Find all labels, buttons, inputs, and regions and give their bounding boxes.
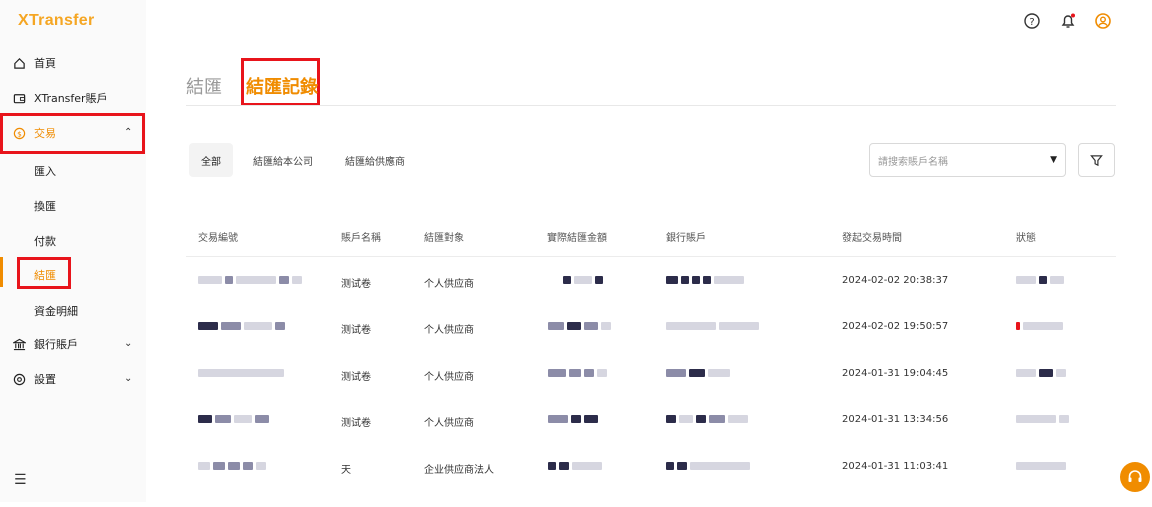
sidebar-item-exchange[interactable]: 換匯 [34,198,56,214]
caret-down-icon: ▼ [1050,155,1057,165]
search-placeholder: 請搜索賬戶名稱 [878,156,948,168]
filter-icon [1090,154,1103,166]
col-header-bank-account: 銀行賬戶 [666,233,706,244]
col-header-time: 發起交易時間 [842,233,902,244]
support-button[interactable] [1120,462,1150,492]
col-header-transaction-id: 交易編號 [198,233,238,244]
transaction-time: 2024-01-31 11:03:41 [842,461,949,472]
account-search-select[interactable]: 請搜索賬戶名稱 ▼ [869,143,1066,177]
sidebar-item-label: 銀行賬戶 [34,338,78,351]
sidebar-item-label: 首頁 [34,57,56,70]
sidebar-item-account[interactable]: XTransfer賬戶 [12,88,108,108]
table-row[interactable]: 测试卷 个人供应商 2024-01-31 19:04:45 [186,368,1116,414]
svg-text:?: ? [1029,17,1034,28]
col-header-target: 結匯對象 [424,233,464,244]
headset-icon [1128,470,1142,482]
highlight-box [0,113,145,154]
sidebar-item-home[interactable]: 首頁 [12,53,56,73]
target: 企业供应商法人 [424,465,494,476]
chevron-down-icon[interactable]: ⌄ [124,338,132,349]
tab-settlement-records[interactable]: 結匯記錄 [246,73,318,99]
sidebar: XTransfer 首頁 XTransfer賬戶 $ 交易 ⌃ 匯入 換匯 付款… [0,0,146,502]
chevron-down-icon[interactable]: ⌄ [124,373,132,384]
filter-own-company[interactable]: 結匯給本公司 [241,143,325,177]
divider [186,256,1116,257]
target: 个人供应商 [424,372,474,383]
home-icon [12,56,26,70]
sidebar-item-bank-accounts[interactable]: 銀行賬戶 [12,334,78,354]
col-header-amount: 實際結匯金額 [547,233,607,244]
transaction-time: 2024-02-02 20:38:37 [842,275,949,286]
table-row[interactable]: 天 企业供应商法人 2024-01-31 11:03:41 [186,461,1116,507]
help-icon[interactable]: ? [1023,12,1041,30]
table-row[interactable]: 测试卷 个人供应商 2024-01-31 13:34:56 [186,414,1116,460]
table-row[interactable]: 测试卷 个人供应商 2024-02-02 20:38:37 [186,275,1116,321]
col-header-status: 狀態 [1016,233,1036,244]
account-name: 测试卷 [341,279,371,290]
settings-icon [12,372,26,386]
menu-icon[interactable]: ☰ [14,472,27,488]
sidebar-item-label: XTransfer賬戶 [34,92,108,105]
bell-icon[interactable] [1059,12,1077,30]
transaction-time: 2024-02-02 19:50:57 [842,321,949,332]
sidebar-item-fund-details[interactable]: 資金明細 [34,303,78,319]
active-indicator [0,257,3,287]
target: 个人供应商 [424,418,474,429]
filter-supplier[interactable]: 結匯給供應商 [333,143,417,177]
sidebar-item-label: 設置 [34,373,56,386]
user-icon[interactable] [1094,12,1112,30]
account-name: 测试卷 [341,418,371,429]
wallet-icon [12,91,26,105]
filter-all[interactable]: 全部 [189,143,233,177]
logo: XTransfer [18,12,95,29]
target: 个人供应商 [424,325,474,336]
divider [186,105,1116,106]
tab-settlement[interactable]: 結匯 [186,73,222,99]
account-name: 测试卷 [341,372,371,383]
sidebar-item-settings[interactable]: 設置 [12,369,56,389]
table-row[interactable]: 测试卷 个人供应商 2024-02-02 19:50:57 [186,321,1116,367]
filter-button[interactable] [1078,143,1115,177]
target: 个人供应商 [424,279,474,290]
account-name: 天 [341,465,351,476]
bank-icon [12,337,26,351]
highlight-box [17,257,71,289]
sidebar-item-payment[interactable]: 付款 [34,233,56,249]
account-name: 测试卷 [341,325,371,336]
transaction-time: 2024-01-31 13:34:56 [842,414,949,425]
transaction-time: 2024-01-31 19:04:45 [842,368,949,379]
sidebar-item-inbound[interactable]: 匯入 [34,163,56,179]
col-header-account-name: 賬戶名稱 [341,233,381,244]
